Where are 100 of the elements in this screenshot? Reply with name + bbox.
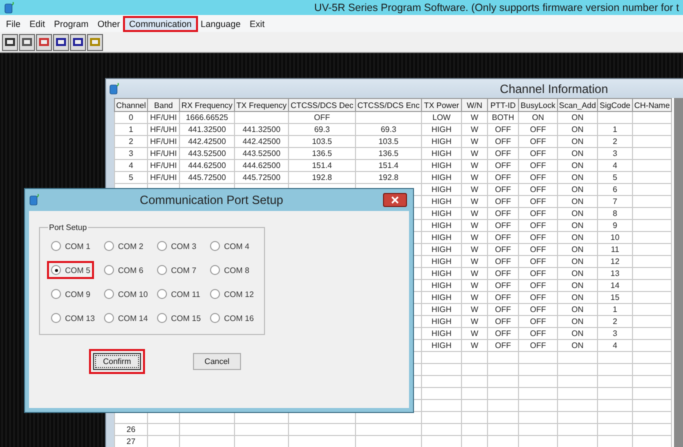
- table-cell: W: [462, 136, 488, 148]
- port-radio[interactable]: COM 15: [154, 310, 204, 326]
- table-cell: ON: [558, 292, 598, 304]
- table-cell: OFF: [488, 244, 518, 256]
- table-cell: HF/UHI: [148, 112, 180, 124]
- port-radio[interactable]: COM 2: [101, 238, 146, 254]
- column-header[interactable]: SigCode: [598, 98, 632, 112]
- table-cell: 444.62500: [180, 160, 234, 172]
- table-cell: HIGH: [422, 292, 462, 304]
- column-header[interactable]: CH-Name: [632, 98, 672, 112]
- table-cell: OFF: [518, 148, 558, 160]
- column-header[interactable]: TX Power: [422, 98, 462, 112]
- table-cell: 1: [114, 124, 148, 136]
- column-header[interactable]: Scan_Add: [558, 98, 598, 112]
- table-cell: 136.5: [288, 148, 356, 160]
- table-cell: HIGH: [422, 280, 462, 292]
- menu-item[interactable]: Edit: [26, 18, 50, 30]
- menu-item[interactable]: Language: [196, 18, 245, 30]
- table-cell: ON: [558, 124, 598, 136]
- table-cell: 11: [598, 244, 632, 256]
- radio-label: COM 5: [65, 266, 90, 274]
- table-cell: HIGH: [422, 340, 462, 352]
- menu-item[interactable]: Communication: [125, 18, 196, 30]
- table-cell: 442.42500: [180, 136, 234, 148]
- table-cell: 1: [598, 304, 632, 316]
- port-radio[interactable]: COM 4: [207, 238, 252, 254]
- table-cell: OFF: [488, 316, 518, 328]
- table-cell: 443.52500: [234, 148, 288, 160]
- column-header[interactable]: Band: [148, 98, 180, 112]
- table-cell: HIGH: [422, 220, 462, 232]
- port-radio[interactable]: COM 6: [101, 262, 146, 278]
- table-cell: OFF: [518, 124, 558, 136]
- table-cell: OFF: [488, 256, 518, 268]
- port-radio[interactable]: COM 5: [48, 262, 94, 278]
- table-cell: OFF: [518, 268, 558, 280]
- table-cell: HIGH: [422, 208, 462, 220]
- table-cell: OFF: [518, 232, 558, 244]
- table-cell: ON: [558, 256, 598, 268]
- table-cell: 151.4: [356, 160, 422, 172]
- table-cell: ON: [558, 136, 598, 148]
- port-radio[interactable]: COM 3: [154, 238, 200, 254]
- table-cell: HIGH: [422, 172, 462, 184]
- table-cell: OFF: [488, 280, 518, 292]
- table-cell: 445.72500: [180, 172, 234, 184]
- table-cell: OFF: [488, 304, 518, 316]
- table-cell: W: [462, 148, 488, 160]
- menu-item[interactable]: Other: [94, 18, 124, 30]
- column-header[interactable]: W/N: [462, 98, 488, 112]
- column-header[interactable]: CTCSS/DCS Enc: [356, 98, 422, 112]
- radio-label: COM 8: [224, 266, 250, 274]
- port-radio[interactable]: COM 16: [207, 310, 257, 326]
- column-header[interactable]: CTCSS/DCS Dec: [288, 98, 356, 112]
- table-cell: OFF: [518, 244, 558, 256]
- port-radio[interactable]: COM 1: [48, 238, 94, 254]
- table-cell: 442.42500: [234, 136, 288, 148]
- table-cell: HIGH: [422, 160, 462, 172]
- table-cell: 14: [598, 280, 632, 292]
- table-cell: HF/UHI: [148, 136, 180, 148]
- table-cell: OFF: [518, 340, 558, 352]
- menu-item[interactable]: File: [2, 18, 25, 30]
- table-cell: 9: [598, 220, 632, 232]
- table-cell: ON: [558, 316, 598, 328]
- table-cell: 7: [598, 196, 632, 208]
- table-cell: 13: [598, 268, 632, 280]
- table-cell: ON: [518, 112, 558, 124]
- table-cell: OFF: [488, 220, 518, 232]
- menu-item[interactable]: Exit: [246, 18, 269, 30]
- column-header[interactable]: PTT-ID: [488, 98, 518, 112]
- radio-label: COM 11: [171, 290, 200, 298]
- table-cell: ON: [558, 328, 598, 340]
- table-cell: OFF: [518, 184, 558, 196]
- column-header[interactable]: BusyLock: [518, 98, 558, 112]
- table-cell: ON: [558, 220, 598, 232]
- table-cell: OFF: [488, 292, 518, 304]
- column-header[interactable]: TX Frequency: [234, 98, 288, 112]
- table-cell: 445.72500: [234, 172, 288, 184]
- port-radio[interactable]: COM 7: [154, 262, 200, 278]
- port-radio[interactable]: COM 8: [207, 262, 252, 278]
- port-radio[interactable]: COM 14: [101, 310, 151, 326]
- port-radio[interactable]: COM 11: [154, 286, 204, 302]
- table-cell: 103.5: [356, 136, 422, 148]
- table-cell: HIGH: [422, 148, 462, 160]
- port-radio[interactable]: COM 12: [207, 286, 257, 302]
- table-cell: LOW: [422, 112, 462, 124]
- table-cell: 12: [598, 256, 632, 268]
- port-radio[interactable]: COM 13: [48, 310, 98, 326]
- table-cell: OFF: [518, 256, 558, 268]
- radio-label: COM 4: [224, 242, 250, 250]
- table-cell: ON: [558, 112, 598, 124]
- dialog-button[interactable]: Confirm: [89, 349, 145, 374]
- port-radio[interactable]: COM 9: [48, 286, 94, 302]
- table-cell: OFF: [518, 280, 558, 292]
- port-radio[interactable]: COM 10: [101, 286, 151, 302]
- column-header[interactable]: RX Frequency: [180, 98, 234, 112]
- menu-item[interactable]: Program: [50, 18, 93, 30]
- table-cell: OFF: [488, 340, 518, 352]
- table-cell: OFF: [518, 220, 558, 232]
- table-cell: OFF: [518, 316, 558, 328]
- table-cell: OFF: [518, 328, 558, 340]
- column-header[interactable]: Channel: [114, 98, 148, 112]
